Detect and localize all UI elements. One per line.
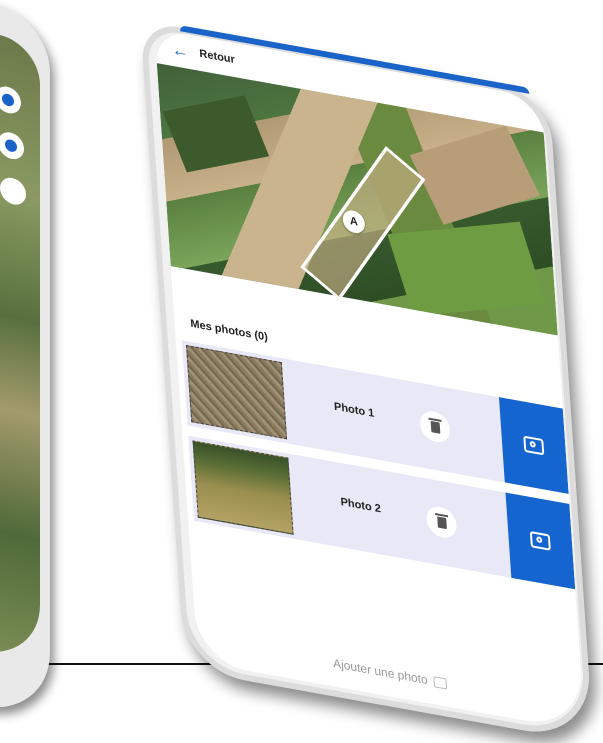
photo-thumbnail[interactable]	[185, 345, 288, 440]
phone-screen: ← Retour A Mes photos (0) Photo 1 Photo …	[154, 28, 585, 732]
add-photo-label: Ajouter une photo	[332, 656, 429, 688]
layers-button[interactable]	[0, 83, 21, 117]
extra-map-button[interactable]	[0, 174, 26, 208]
background-phone-map	[0, 20, 40, 665]
photo-icon	[433, 675, 447, 690]
take-photo-button[interactable]	[498, 397, 569, 494]
background-phone	[0, 0, 50, 723]
trash-icon	[436, 515, 447, 529]
back-button[interactable]: Retour	[199, 48, 235, 67]
locate-icon	[5, 138, 17, 154]
locate-button[interactable]	[0, 129, 24, 162]
arrow-left-icon[interactable]: ←	[171, 40, 189, 63]
layers-icon	[2, 92, 14, 108]
map-field	[387, 221, 546, 317]
photo-label: Photo 1	[333, 400, 375, 420]
photo-thumbnail[interactable]	[192, 440, 294, 535]
camera-add-icon	[523, 435, 545, 456]
camera-add-icon	[529, 531, 551, 551]
map-field	[409, 125, 540, 225]
photos-section-title: Mes photos (0)	[190, 317, 269, 344]
delete-photo-button[interactable]	[425, 504, 458, 541]
photo-label: Photo 2	[340, 495, 382, 516]
main-phone: ← Retour A Mes photos (0) Photo 1 Photo …	[140, 20, 594, 743]
delete-photo-button[interactable]	[418, 408, 451, 445]
take-photo-button[interactable]	[505, 492, 576, 590]
map-field	[162, 95, 270, 173]
trash-icon	[430, 420, 440, 434]
